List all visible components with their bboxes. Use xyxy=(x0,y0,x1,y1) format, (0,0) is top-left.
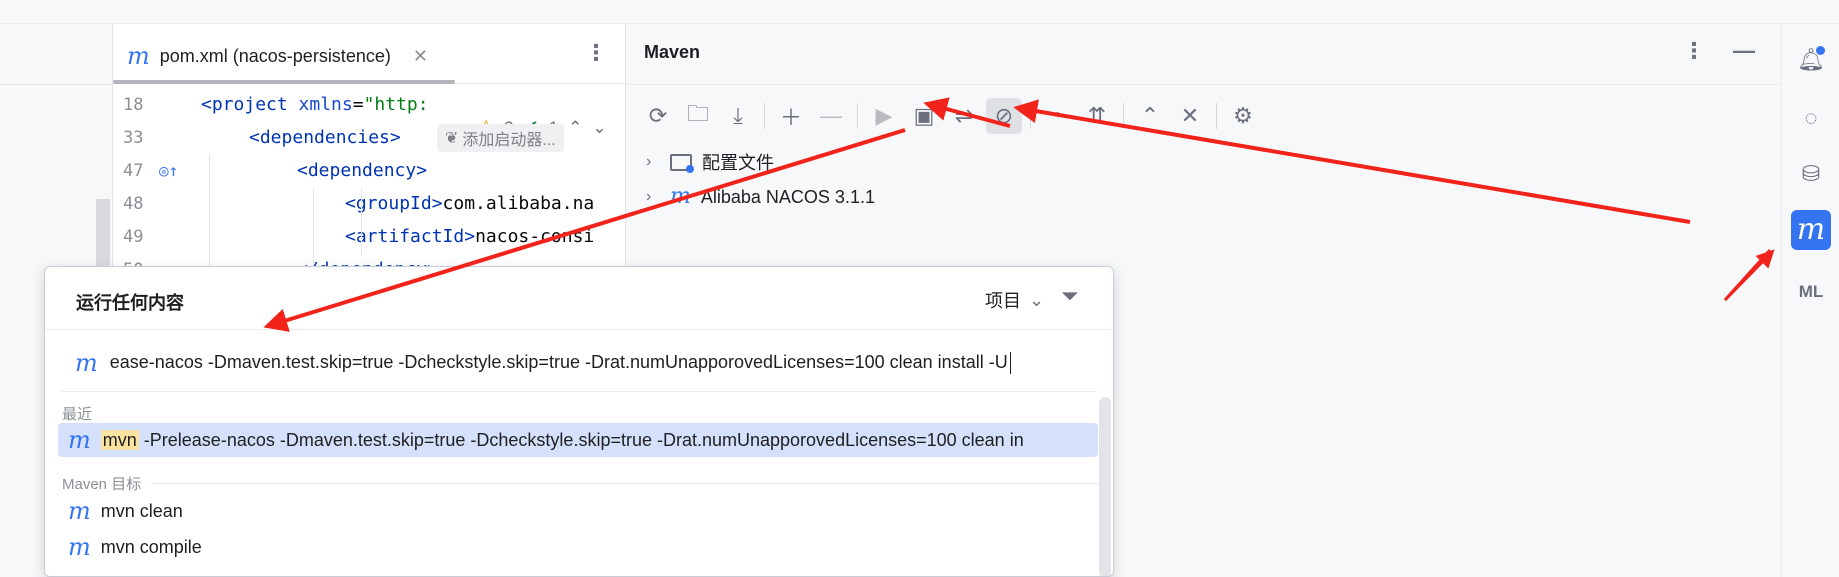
scope-label: 项目 xyxy=(985,291,1021,311)
line-number: 33 xyxy=(123,127,144,148)
line-number: 48 xyxy=(123,193,144,214)
code-text: <dependencies> xyxy=(249,127,401,148)
scope-dropdown[interactable]: 项目 ⌄ xyxy=(985,287,1044,313)
notifications-button[interactable]: 🔔︎ xyxy=(1791,40,1831,80)
run-anything-input[interactable]: m ease-nacos -Dmaven.test.skip=true -Dch… xyxy=(75,345,1105,381)
tab-title: pom.xml (nacos-persistence) xyxy=(159,45,391,66)
input-text: ease-nacos -Dmaven.test.skip=true -Dchec… xyxy=(110,352,1011,375)
add-starter-hint[interactable]: ❦ 添加启动器... xyxy=(437,123,564,152)
download-icon[interactable]: ⤓ xyxy=(720,98,756,134)
tree-item-profiles[interactable]: › 配置文件 xyxy=(646,147,774,177)
database-button[interactable]: ⛁ xyxy=(1791,154,1831,194)
expand-all-icon[interactable]: ⌃ xyxy=(1132,98,1168,134)
maven-title: Maven xyxy=(644,42,701,62)
maven-file-icon: m xyxy=(127,42,150,70)
add-icon[interactable]: ＋ xyxy=(773,98,809,134)
toolbar-separator xyxy=(764,103,765,129)
section-maven-goals: Maven 目标 xyxy=(62,473,1112,494)
toolbar-separator xyxy=(857,103,858,129)
filter-icon[interactable]: ⏷ xyxy=(1061,283,1079,309)
leaf-icon: ❦ xyxy=(445,129,459,147)
code-text: <artifactId>nacos-consi xyxy=(345,226,595,247)
indent-guide xyxy=(313,187,314,277)
minimize-icon[interactable]: — xyxy=(1733,38,1755,64)
code-text: <groupId>com.alibaba.na xyxy=(345,193,595,214)
maven-m-icon: m xyxy=(68,426,91,454)
maven-m-icon: m xyxy=(75,349,98,377)
show-dependencies-icon[interactable]: ◔ xyxy=(1039,98,1075,134)
maven-m-icon: m xyxy=(1796,212,1826,247)
more-vertical-icon[interactable]: ⋮ xyxy=(585,40,607,66)
navigate-parent-icon[interactable]: ◎↑ xyxy=(159,161,178,180)
tree-item-label: Alibaba NACOS 3.1.1 xyxy=(700,186,875,207)
toolbar-separator xyxy=(1216,103,1217,129)
execute-maven-goal-icon[interactable]: ▣ xyxy=(906,98,942,134)
chevron-right-icon[interactable]: › xyxy=(646,153,660,171)
ml-icon: ML xyxy=(1798,282,1824,301)
popup-title: 运行任何内容 xyxy=(76,293,184,313)
database-icon: ⛁ xyxy=(1801,161,1821,186)
run-anything-popup: 运行任何内容 项目 ⌄ ⏷ m ease-nacos -Dmaven.test.… xyxy=(44,266,1114,577)
goal-result-item[interactable]: m mvn compile xyxy=(58,530,1098,564)
maven-button[interactable]: m xyxy=(1791,210,1831,250)
divider xyxy=(626,84,1781,85)
code-line[interactable]: 33 <dependencies> ❦ 添加启动器... xyxy=(113,121,625,154)
maven-header-actions: ⋮ — xyxy=(1683,38,1755,64)
top-strip xyxy=(0,0,1839,24)
close-icon[interactable]: ✕ xyxy=(413,46,428,67)
run-icon[interactable]: ▶ xyxy=(866,98,902,134)
profiles-folder-icon xyxy=(670,153,694,173)
maven-m-icon: m xyxy=(68,533,91,561)
editor-tab[interactable]: m pom.xml (nacos-persistence) ✕ xyxy=(127,42,428,70)
code-line[interactable]: 47 ◎↑ <dependency> xyxy=(113,154,625,187)
divider xyxy=(61,391,1097,392)
ai-chat-icon: ◌ xyxy=(1804,105,1818,130)
text-caret xyxy=(1009,352,1011,375)
active-tab-indicator xyxy=(113,80,455,84)
notification-dot xyxy=(1816,46,1825,55)
analyze-dependencies-icon[interactable]: ⇈ xyxy=(1079,98,1115,134)
result-text: mvn -Prelease-nacos -Dmaven.test.skip=tr… xyxy=(100,429,1024,450)
goal-result-item[interactable]: m mvn clean xyxy=(58,494,1098,528)
code-line[interactable]: 48 <groupId>com.alibaba.na xyxy=(113,187,625,220)
line-number: 49 xyxy=(123,226,144,247)
code-text: <project xmlns="http: xyxy=(201,94,429,115)
more-vertical-icon[interactable]: ⋮ xyxy=(1683,38,1705,64)
editor-tabbar: m pom.xml (nacos-persistence) ✕ ⋮ xyxy=(113,24,625,84)
recent-result-item[interactable]: m mvn -Prelease-nacos -Dmaven.test.skip=… xyxy=(58,423,1098,457)
result-text: mvn clean xyxy=(100,500,183,521)
toolbar-separator xyxy=(1030,103,1031,129)
scrollbar[interactable] xyxy=(1099,397,1111,576)
settings-icon[interactable]: ⚙ xyxy=(1225,98,1261,134)
code-line[interactable]: 49 <artifactId>nacos-consi xyxy=(113,220,625,253)
section-recent: 最近 xyxy=(62,406,93,423)
divider xyxy=(45,329,1113,330)
ml-button[interactable]: ML xyxy=(1791,272,1831,312)
collapse-all-icon[interactable]: ✕ xyxy=(1172,98,1208,134)
ai-assistant-button[interactable]: ◌ xyxy=(1791,98,1831,138)
maven-project-icon: m xyxy=(670,184,691,209)
reload-all-icon[interactable]: ⟳ xyxy=(640,98,676,134)
skip-tests-icon[interactable]: ⊘ xyxy=(986,98,1022,134)
right-tool-strip: 🔔︎ ◌ ⛁ m ML xyxy=(1781,24,1839,577)
maven-toolbar: ⟳ 🗀 ⤓ ＋ — ▶ ▣ ⇌ ⊘ ◔ ⇈ ⌃ ✕ ⚙ xyxy=(640,97,1261,135)
editor-panel: m pom.xml (nacos-persistence) ✕ ⋮ 18 <pr… xyxy=(112,24,626,280)
tree-item-project[interactable]: › m Alibaba NACOS 3.1.1 xyxy=(646,182,875,212)
tree-item-label: 配置文件 xyxy=(702,153,774,173)
chevron-right-icon[interactable]: › xyxy=(646,188,660,206)
code-text: <dependency> xyxy=(297,160,428,181)
toolbar-separator xyxy=(1123,103,1124,129)
remove-icon[interactable]: — xyxy=(813,98,849,134)
divider xyxy=(0,84,112,85)
indent-guide xyxy=(361,187,362,257)
toggle-offline-icon[interactable]: ⇌ xyxy=(946,98,982,134)
line-number: 18 xyxy=(123,94,144,115)
line-number: 47 xyxy=(123,160,144,181)
chevron-down-icon: ⌄ xyxy=(1029,289,1045,310)
result-text: mvn compile xyxy=(100,536,202,557)
reload-folder-icon[interactable]: 🗀 xyxy=(680,98,716,134)
maven-m-icon: m xyxy=(68,497,91,525)
